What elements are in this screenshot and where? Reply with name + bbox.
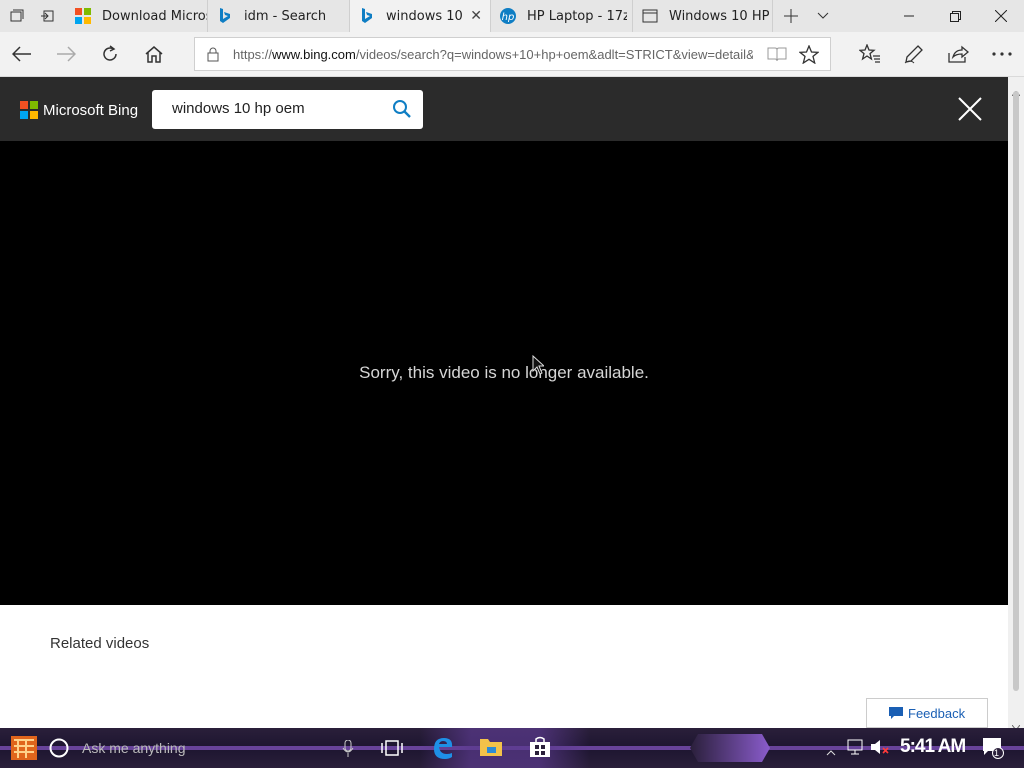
hp-logo-icon: hp — [499, 7, 517, 25]
cortana-search-box[interactable]: Ask me anything — [48, 732, 354, 764]
home-icon[interactable] — [136, 38, 172, 70]
action-center-icon[interactable] — [982, 737, 1004, 763]
page-scrollbar[interactable] — [1008, 77, 1024, 731]
tab-label: windows 10 h — [386, 8, 466, 24]
url-scheme: https:// — [233, 46, 273, 62]
favorite-star-icon[interactable] — [798, 44, 820, 68]
file-explorer-icon[interactable] — [479, 736, 503, 762]
brand-name: Microsoft Bing — [43, 101, 139, 119]
start-button-icon[interactable] — [8, 732, 40, 768]
show-hidden-icons-icon[interactable] — [826, 741, 836, 760]
store-icon[interactable] — [528, 736, 552, 762]
tab-windows-10-hp-active[interactable]: windows 10 h ✕ — [350, 0, 491, 32]
tab-strip: Download Micros idm - Search windows 10 … — [0, 0, 1024, 32]
minimize-icon[interactable] — [886, 0, 932, 32]
tab-hp-laptop[interactable]: hp HP Laptop - 17z- — [491, 0, 633, 32]
favorites-hub-icon[interactable] — [852, 38, 888, 70]
lock-icon — [207, 47, 219, 66]
related-videos-heading: Related videos — [50, 635, 150, 652]
bing-logo-icon — [216, 7, 234, 25]
share-icon[interactable] — [940, 38, 976, 70]
url-text[interactable]: https://www.bing.com/videos/search?q=win… — [233, 47, 753, 62]
scrollbar-thumb[interactable] — [1013, 91, 1019, 691]
feedback-chat-icon — [889, 706, 903, 720]
windows-taskbar: Ask me anything 5:41 AM 1 — [0, 728, 1024, 768]
microsoft-bing-logo[interactable]: Microsoft Bing — [20, 101, 138, 119]
feedback-label: Feedback — [908, 705, 966, 721]
tab-windows-10-hp-oem[interactable]: Windows 10 HP C — [633, 0, 773, 32]
close-icon[interactable] — [958, 97, 982, 125]
video-player[interactable]: Sorry, this video is no longer available… — [0, 141, 1008, 605]
clock[interactable]: 5:41 AM — [900, 736, 966, 758]
reading-view-icon[interactable] — [767, 46, 787, 66]
microsoft-logo-icon — [20, 101, 38, 119]
chevron-down-icon[interactable] — [808, 0, 838, 32]
microphone-icon[interactable] — [342, 739, 354, 762]
volume-muted-icon[interactable] — [870, 738, 890, 760]
video-unavailable-message: Sorry, this video is no longer available… — [359, 363, 649, 382]
bing-logo-icon — [358, 7, 376, 25]
back-icon[interactable] — [4, 38, 40, 70]
page-icon — [641, 7, 659, 25]
search-icon[interactable] — [392, 99, 412, 123]
tab-label: Download Micros — [102, 8, 207, 24]
feedback-button[interactable]: Feedback — [866, 698, 988, 728]
network-icon[interactable] — [846, 738, 864, 760]
url-host: www.bing.com — [272, 46, 356, 62]
tab-label: Windows 10 HP C — [669, 8, 771, 24]
close-tab-icon[interactable]: ✕ — [470, 8, 482, 24]
taskbar-theme-decoration — [690, 734, 770, 762]
restore-icon[interactable] — [932, 0, 978, 32]
svg-text:hp: hp — [502, 12, 515, 23]
task-view-icon[interactable] — [381, 739, 403, 761]
related-videos-section: Related videos — [0, 605, 1008, 713]
bing-header: Microsoft Bing windows 10 hp oem — [0, 77, 1008, 141]
search-input[interactable]: windows 10 hp oem — [152, 90, 423, 129]
forward-icon[interactable] — [48, 38, 84, 70]
new-tab-icon[interactable] — [776, 0, 806, 32]
search-query[interactable]: windows 10 hp oem — [172, 100, 305, 117]
windows-logo-icon — [74, 7, 92, 25]
refresh-icon[interactable] — [92, 38, 128, 70]
edge-browser-icon[interactable] — [430, 734, 456, 764]
close-window-icon[interactable] — [978, 0, 1024, 32]
more-options-icon[interactable] — [984, 38, 1020, 70]
tab-label: idm - Search — [244, 8, 327, 24]
tab-download-microsoft[interactable]: Download Micros — [66, 0, 208, 32]
web-note-pen-icon[interactable] — [896, 38, 932, 70]
tab-idm-search[interactable]: idm - Search — [208, 0, 350, 32]
mouse-cursor-icon — [532, 354, 546, 379]
set-aside-tabs-icon[interactable] — [32, 0, 62, 32]
notification-count-badge: 1 — [994, 748, 1000, 758]
address-bar[interactable]: https://www.bing.com/videos/search?q=win… — [194, 37, 831, 71]
tab-label: HP Laptop - 17z- — [527, 8, 627, 24]
url-path: /videos/search?q=windows+10+hp+oem&adlt=… — [355, 46, 753, 62]
cortana-circle-icon — [48, 737, 70, 759]
cortana-placeholder: Ask me anything — [82, 740, 186, 756]
navigation-bar: https://www.bing.com/videos/search?q=win… — [0, 32, 1024, 77]
tab-set-aside-list-icon[interactable] — [2, 0, 32, 32]
